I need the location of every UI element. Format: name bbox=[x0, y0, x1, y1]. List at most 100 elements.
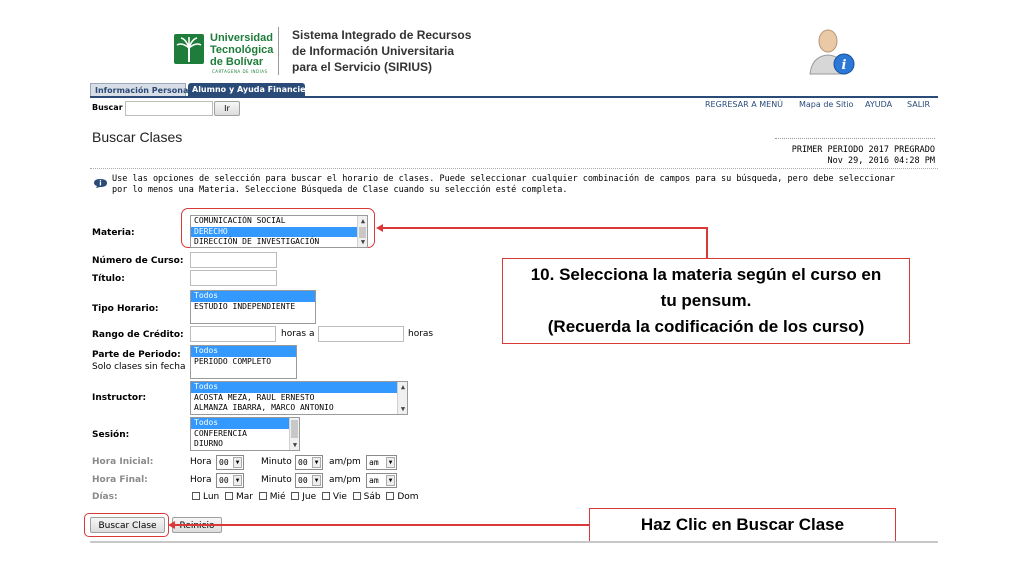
parte-periodo-label: Parte de Periodo: bbox=[92, 350, 181, 360]
materia-scrollbar[interactable]: ▲ ▼ bbox=[357, 216, 367, 247]
day-label: Dom bbox=[397, 492, 419, 502]
minuto-word: Minuto bbox=[261, 457, 292, 467]
tipo-option-selected[interactable]: Todos bbox=[191, 291, 315, 302]
day-checkbox-dom[interactable]: Dom bbox=[386, 492, 419, 502]
minuto-word: Minuto bbox=[261, 475, 292, 485]
hora-final-label: Hora Final: bbox=[92, 475, 148, 485]
parte-option[interactable]: PERIODO COMPLETO bbox=[191, 357, 296, 368]
day-checkbox-jue[interactable]: Jue bbox=[291, 492, 316, 502]
day-checkbox-mie[interactable]: Mié bbox=[258, 492, 286, 502]
day-checkbox-sab[interactable]: Sáb bbox=[352, 492, 381, 502]
sesion-label: Sesión: bbox=[92, 430, 130, 440]
dropdown-arrow-icon[interactable]: ▼ bbox=[386, 457, 395, 468]
rango-credito-label: Rango de Crédito: bbox=[92, 330, 184, 340]
scroll-up-icon[interactable]: ▲ bbox=[398, 382, 407, 392]
dropdown-arrow-icon[interactable]: ▼ bbox=[233, 457, 242, 468]
checkbox-icon[interactable] bbox=[321, 492, 330, 500]
callout1-line1: 10. Selecciona la materia según el curso… bbox=[530, 265, 882, 284]
term-dots bbox=[775, 138, 935, 140]
scroll-down-icon[interactable]: ▼ bbox=[358, 237, 367, 247]
materia-option[interactable]: DIRECCIÓN DE INVESTIGACIÓN bbox=[191, 237, 367, 247]
instructor-listbox[interactable]: Todos ACOSTA MEZA, RAUL ERNESTO ALMANZA … bbox=[190, 381, 408, 415]
link-ayuda[interactable]: AYUDA bbox=[865, 100, 892, 109]
sesion-scrollbar[interactable]: ▼ bbox=[289, 418, 299, 450]
title-divider bbox=[90, 168, 938, 169]
hora-final-minute-select[interactable]: 00 ▼ bbox=[295, 473, 323, 488]
link-regresar-menu[interactable]: REGRESAR A MENÚ bbox=[705, 100, 783, 109]
search-go-button[interactable]: Ir bbox=[214, 101, 240, 116]
system-title-line2: de Información Universitaria bbox=[292, 44, 455, 58]
hora-inicial-ampm-select[interactable]: am ▼ bbox=[366, 455, 397, 470]
materia-option-selected[interactable]: DERECHO bbox=[191, 226, 367, 237]
user-info-icon[interactable]: i bbox=[806, 26, 858, 78]
dias-label: Días: bbox=[92, 492, 118, 502]
callout1-line3: (Recuerda la codificación de los curso) bbox=[547, 317, 865, 336]
day-label: Mié bbox=[269, 492, 286, 502]
credito-min-input[interactable] bbox=[190, 326, 276, 342]
university-logo: Universidad Tecnológica de Bolívar CARTA… bbox=[172, 30, 274, 74]
sesion-option[interactable]: DIURNO bbox=[191, 439, 299, 450]
logo-line3: de Bolívar bbox=[210, 56, 264, 68]
scroll-down-icon[interactable]: ▼ bbox=[398, 404, 407, 414]
scroll-down-icon[interactable]: ▼ bbox=[290, 440, 299, 450]
tab-alumno-ayuda[interactable]: Alumno y Ayuda Financiera bbox=[188, 83, 315, 97]
hora-inicial-hour-select[interactable]: 00 ▼ bbox=[216, 455, 244, 470]
search-input[interactable] bbox=[125, 101, 213, 116]
header-divider bbox=[278, 27, 279, 75]
sesion-listbox[interactable]: Todos CONFERENCIA DIURNO ▼ bbox=[190, 417, 300, 451]
sesion-option[interactable]: CONFERENCIA bbox=[191, 429, 299, 440]
parte-option-selected[interactable]: Todos bbox=[191, 346, 296, 357]
bottom-divider bbox=[90, 541, 938, 543]
hora-word: Hora bbox=[190, 475, 212, 485]
scroll-thumb[interactable] bbox=[291, 420, 298, 438]
dropdown-arrow-icon[interactable]: ▼ bbox=[312, 457, 321, 468]
checkbox-icon[interactable] bbox=[386, 492, 395, 500]
tab-underline bbox=[90, 96, 938, 98]
checkbox-icon[interactable] bbox=[225, 492, 233, 500]
parte-periodo-sub: Solo clases sin fecha bbox=[92, 362, 186, 372]
day-checkbox-lun[interactable]: Lun bbox=[192, 492, 219, 502]
tab-label: Alumno y Ayuda Financiera bbox=[192, 85, 315, 94]
titulo-input[interactable] bbox=[190, 270, 277, 286]
callout-buscar-clase: Haz Clic en Buscar Clase bbox=[589, 508, 896, 542]
titulo-label: Título: bbox=[92, 274, 125, 284]
numero-curso-input[interactable] bbox=[190, 252, 277, 268]
scroll-up-icon[interactable]: ▲ bbox=[358, 216, 367, 226]
materia-option[interactable]: COMUNICACIÓN SOCIAL bbox=[191, 216, 367, 227]
dropdown-arrow-icon[interactable]: ▼ bbox=[312, 475, 321, 486]
tipo-option[interactable]: ESTUDIO INDEPENDIENTE bbox=[191, 302, 315, 313]
link-salir[interactable]: SALIR bbox=[907, 100, 930, 109]
select-value: 00 bbox=[219, 458, 229, 467]
tipo-horario-listbox[interactable]: Todos ESTUDIO INDEPENDIENTE bbox=[190, 290, 316, 324]
callout-materia: 10. Selecciona la materia según el curso… bbox=[502, 258, 910, 344]
dropdown-arrow-icon[interactable]: ▼ bbox=[233, 475, 242, 486]
checkbox-icon[interactable] bbox=[352, 492, 361, 500]
system-title: Sistema Integrado de Recursos de Informa… bbox=[292, 27, 471, 75]
instructor-option[interactable]: ACOSTA MEZA, RAUL ERNESTO bbox=[191, 393, 407, 404]
link-mapa-sitio[interactable]: Mapa de Sitio bbox=[799, 100, 853, 109]
logo-line2: Tecnológica bbox=[210, 44, 274, 56]
checkbox-icon[interactable] bbox=[291, 492, 300, 500]
tab-informacion-personal[interactable]: Información Personal bbox=[90, 83, 191, 97]
logo-line1: Universidad bbox=[210, 32, 273, 44]
credito-max-input[interactable] bbox=[318, 326, 404, 342]
day-checkbox-vie[interactable]: Vie bbox=[321, 492, 347, 502]
system-title-line3: para el Servicio (SIRIUS) bbox=[292, 60, 433, 74]
instructor-option-selected[interactable]: Todos bbox=[191, 382, 407, 393]
hora-final-ampm-select[interactable]: am ▼ bbox=[366, 473, 397, 488]
buscar-clase-button[interactable]: Buscar Clase bbox=[90, 517, 165, 533]
checkbox-icon[interactable] bbox=[258, 492, 267, 500]
tab-label: Información Personal bbox=[95, 86, 192, 95]
parte-periodo-listbox[interactable]: Todos PERIODO COMPLETO bbox=[190, 345, 297, 379]
sesion-option-selected[interactable]: Todos bbox=[191, 418, 299, 429]
instructor-scrollbar[interactable]: ▲ ▼ bbox=[397, 382, 407, 414]
hora-final-hour-select[interactable]: 00 ▼ bbox=[216, 473, 244, 488]
checkbox-icon[interactable] bbox=[192, 492, 200, 500]
materia-listbox[interactable]: COMUNICACIÓN SOCIAL DERECHO DIRECCIÓN DE… bbox=[190, 215, 368, 248]
day-checkbox-mar[interactable]: Mar bbox=[225, 492, 253, 502]
instructor-option[interactable]: ALMANZA IBARRA, MARCO ANTONIO bbox=[191, 403, 407, 414]
hora-inicial-minute-select[interactable]: 00 ▼ bbox=[295, 455, 323, 470]
dropdown-arrow-icon[interactable]: ▼ bbox=[386, 475, 395, 486]
callout1-connector-h bbox=[382, 227, 707, 229]
day-label: Jue bbox=[302, 492, 317, 502]
